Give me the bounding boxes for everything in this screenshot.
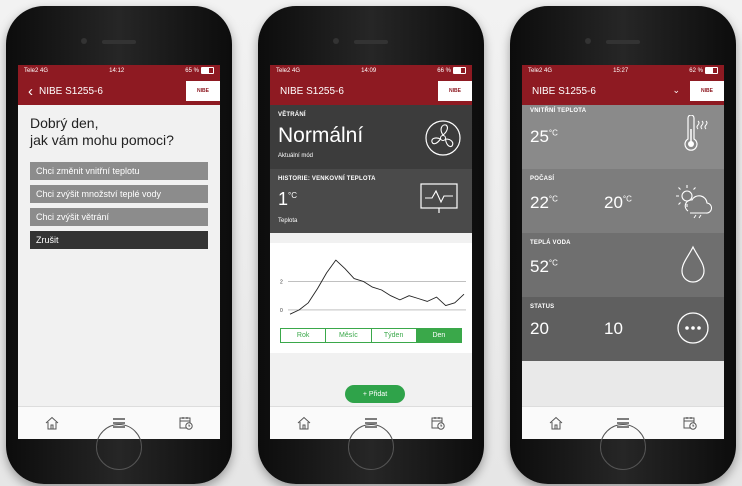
nibe-logo: NIBE — [438, 81, 472, 101]
history-chart: 20 Rok Měsíc Týden Den — [270, 243, 472, 353]
period-month-tab[interactable]: Měsíc — [326, 329, 372, 342]
camera — [81, 38, 87, 44]
nibe-logo: NIBE — [186, 81, 220, 101]
hot-water-value: 52°C — [530, 257, 558, 276]
network: 4G — [40, 68, 49, 74]
period-week-tab[interactable]: Týden — [372, 329, 417, 342]
battery-level: 62 % — [689, 68, 703, 75]
cancel-button[interactable]: Zrušit — [30, 231, 208, 249]
battery-icon — [452, 67, 466, 75]
indoor-temp-label: VNITŘNÍ TEPLOTA — [530, 108, 587, 114]
status-bar: Tele2 4G 14:09 66 % — [270, 65, 472, 77]
home-button[interactable] — [348, 424, 394, 470]
hot-water-label: TEPLÁ VODA — [530, 240, 571, 246]
status-value-2: 10 — [604, 319, 623, 338]
weather-value-1: 22°C — [530, 193, 558, 212]
phone-2: Tele2 4G 14:09 66 % NIBE S1255-6 NIBE VĚ… — [258, 6, 484, 484]
fan-icon — [424, 119, 462, 162]
content-filler — [522, 361, 724, 411]
ventilation-label: VĚTRÁNÍ — [278, 112, 306, 118]
chevron-down-icon[interactable]: ⌄ — [672, 85, 680, 96]
clock: 14:09 — [361, 68, 377, 74]
screen-overview: Tele2 4G 15:27 62 % NIBE S1255-6 ⌄ NIBE … — [522, 65, 724, 439]
battery-level: 65 % — [185, 68, 199, 75]
hot-water-card[interactable]: TEPLÁ VODA 52°C — [522, 233, 724, 297]
calendar-clock-icon[interactable] — [679, 412, 701, 434]
speaker — [354, 40, 388, 44]
camera — [585, 38, 591, 44]
add-button[interactable]: + Přidat — [345, 385, 405, 403]
nav-bar: NIBE S1255-6 NIBE — [270, 77, 472, 105]
status-bar: Tele2 4G 15:27 62 % — [522, 65, 724, 77]
weather-label: POČASÍ — [530, 176, 555, 182]
history-label: HISTORIE: VENKOVNÍ TEPLOTA — [278, 176, 376, 182]
period-day-tab[interactable]: Den — [416, 329, 461, 342]
status-card[interactable]: STATUS 20 10 — [522, 297, 724, 361]
device-title: NIBE S1255-6 — [39, 85, 103, 97]
ventilation-mode: Normální — [278, 124, 364, 147]
period-year-tab[interactable]: Rok — [281, 329, 327, 342]
battery-icon — [200, 67, 214, 75]
home-button[interactable] — [600, 424, 646, 470]
period-selector: Rok Měsíc Týden Den — [280, 328, 462, 343]
home-icon[interactable] — [545, 412, 567, 434]
nav-bar: ‹ NIBE S1255-6 NIBE — [18, 77, 220, 105]
nibe-logo: NIBE — [690, 81, 724, 101]
more-icon[interactable] — [676, 311, 710, 350]
option-indoor-temp-button[interactable]: Chci změnit vnitřní teplotu — [30, 162, 208, 180]
screen-ventilation: Tele2 4G 14:09 66 % NIBE S1255-6 NIBE VĚ… — [270, 65, 472, 439]
camera — [333, 38, 339, 44]
battery-level: 66 % — [437, 68, 451, 75]
greeting: Dobrý den, jak vám mohu pomoci? — [30, 115, 174, 148]
history-card[interactable]: HISTORIE: VENKOVNÍ TEPLOTA 1°C Teplota — [270, 169, 472, 233]
calendar-clock-icon[interactable] — [427, 412, 449, 434]
weather-card[interactable]: POČASÍ 22°C 20°C — [522, 169, 724, 233]
status-value-1: 20 — [530, 319, 549, 338]
home-icon[interactable] — [293, 412, 315, 434]
line-chart: 20 — [280, 259, 466, 315]
water-drop-icon — [678, 245, 708, 290]
nav-bar: NIBE S1255-6 ⌄ NIBE — [522, 77, 724, 105]
ventilation-sub: Aktuální mód — [278, 153, 314, 159]
device-title: NIBE S1255-6 — [280, 85, 344, 97]
status-label: STATUS — [530, 304, 555, 310]
ventilation-card[interactable]: VĚTRÁNÍ Normální Aktuální mód — [270, 105, 472, 169]
y-tick-label: 2 — [280, 279, 283, 285]
clock: 15:27 — [613, 68, 629, 74]
home-button[interactable] — [96, 424, 142, 470]
carrier: Tele2 — [528, 68, 543, 74]
weather-value-2: 20°C — [604, 193, 632, 212]
carrier: Tele2 — [276, 68, 291, 74]
network: 4G — [544, 68, 553, 74]
temperature-series-line — [289, 259, 465, 315]
thermometer-icon — [680, 114, 710, 158]
back-chevron-icon[interactable]: ‹ — [28, 83, 33, 100]
speaker — [102, 40, 136, 44]
phone-3: Tele2 4G 15:27 62 % NIBE S1255-6 ⌄ NIBE … — [510, 6, 736, 484]
clock: 14:12 — [109, 68, 125, 74]
indoor-temp-value: 25°C — [530, 127, 558, 146]
battery-icon — [704, 67, 718, 75]
option-ventilation-button[interactable]: Chci zvýšit větrání — [30, 208, 208, 226]
indoor-temp-card[interactable]: VNITŘNÍ TEPLOTA 25°C — [522, 105, 724, 169]
home-icon[interactable] — [41, 412, 63, 434]
calendar-clock-icon[interactable] — [175, 412, 197, 434]
speaker — [606, 40, 640, 44]
network: 4G — [292, 68, 301, 74]
screen-assistant: Tele2 4G 14:12 65 % ‹ NIBE S1255-6 NIBE … — [18, 65, 220, 439]
chart-monitor-icon — [420, 183, 458, 220]
option-hot-water-button[interactable]: Chci zvýšit množství teplé vody — [30, 185, 208, 203]
device-title: NIBE S1255-6 — [532, 85, 596, 97]
outdoor-temp-value: 1°C — [278, 189, 297, 209]
phone-1: Tele2 4G 14:12 65 % ‹ NIBE S1255-6 NIBE … — [6, 6, 232, 484]
status-bar: Tele2 4G 14:12 65 % — [18, 65, 220, 77]
history-sub: Teplota — [278, 218, 298, 224]
sun-cloud-icon — [674, 183, 713, 224]
y-tick-label: 0 — [280, 308, 283, 314]
carrier: Tele2 — [24, 68, 39, 74]
